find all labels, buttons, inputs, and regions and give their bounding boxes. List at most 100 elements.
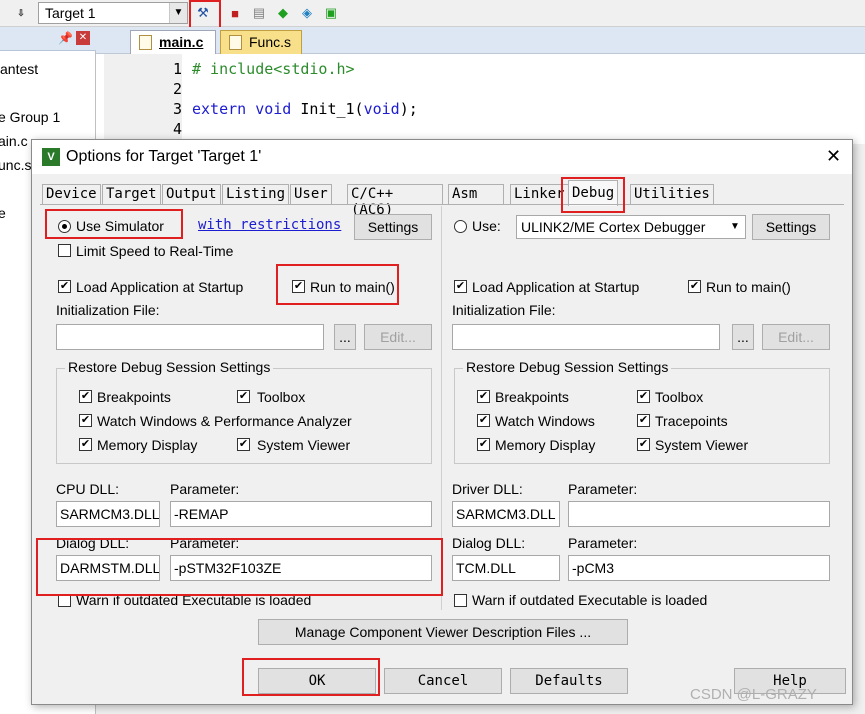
edit-button-right[interactable]: Edit... <box>762 324 830 350</box>
dialog-dll-label: Dialog DLL: <box>56 535 130 551</box>
tab-listing[interactable]: Listing <box>222 184 290 204</box>
code-editor[interactable]: 1 2 3 4 # include<stdio.h> extern void I… <box>96 54 865 144</box>
run-to-main-checkbox-right[interactable]: ✔ <box>688 280 701 293</box>
driver-param-input[interactable] <box>568 501 830 527</box>
warn-outdated-checkbox-right[interactable] <box>454 594 467 607</box>
close-icon[interactable]: ✕ <box>826 146 841 167</box>
watch-windows-checkbox-right[interactable]: ✔ <box>477 414 490 427</box>
dialog-dll-input[interactable]: DARMSTM.DLL <box>56 555 160 581</box>
tree-item-misc[interactable]: e <box>0 205 6 221</box>
dialog-param-input[interactable]: -pSTM32F103ZE <box>170 555 432 581</box>
pin-icon[interactable]: 📌 <box>58 31 73 45</box>
tree-item-func-s[interactable]: unc.s <box>0 157 31 173</box>
run-to-main-checkbox[interactable]: ✔ <box>292 280 305 293</box>
toolbox-checkbox-right[interactable]: ✔ <box>637 390 650 403</box>
tree-item-project[interactable]: antest <box>0 61 38 77</box>
init-file-input-right[interactable] <box>452 324 720 350</box>
code-keyword: extern <box>192 100 247 118</box>
toolbox-checkbox[interactable]: ✔ <box>237 390 250 403</box>
defaults-button[interactable]: Defaults <box>510 668 628 694</box>
dialog-param-label: Parameter: <box>170 535 240 551</box>
tracepoints-label: Tracepoints <box>655 413 728 429</box>
load-app-label-right: Load Application at Startup <box>472 279 640 295</box>
tab-user[interactable]: User <box>290 184 332 204</box>
tab-asm[interactable]: Asm <box>448 184 504 204</box>
breakpoints-checkbox-right[interactable]: ✔ <box>477 390 490 403</box>
tab-debug[interactable]: Debug <box>568 180 619 206</box>
memory-display-checkbox[interactable]: ✔ <box>79 438 92 451</box>
browse-button-right[interactable]: ... <box>732 324 754 350</box>
breakpoints-label-right: Breakpoints <box>495 389 569 405</box>
run-to-main-label: Run to main() <box>310 279 395 295</box>
warn-outdated-label-right: Warn if outdated Executable is loaded <box>472 592 708 608</box>
group-title: Restore Debug Session Settings <box>65 359 274 375</box>
watch-windows-label-right: Watch Windows <box>495 413 595 429</box>
limit-speed-checkbox[interactable] <box>58 244 71 257</box>
cpu-param-input[interactable]: -REMAP <box>170 501 432 527</box>
tab-utilities[interactable]: Utilities <box>630 184 714 204</box>
system-viewer-checkbox[interactable]: ✔ <box>237 438 250 451</box>
load-app-checkbox[interactable]: ✔ <box>58 280 71 293</box>
watch-windows-checkbox[interactable]: ✔ <box>79 414 92 427</box>
load-app-label: Load Application at Startup <box>76 279 244 295</box>
run-to-main-label-right: Run to main() <box>706 279 791 295</box>
tab-device[interactable]: Device <box>42 184 101 204</box>
tab-linker[interactable]: Linker <box>510 184 569 204</box>
file-icon <box>139 35 152 50</box>
cancel-button[interactable]: Cancel <box>384 668 502 694</box>
manage-project-icon[interactable]: ■ <box>224 2 246 24</box>
target-select-value: Target 1 <box>45 5 96 21</box>
tab-label: Func.s <box>249 34 292 50</box>
breakpoints-checkbox[interactable]: ✔ <box>79 390 92 403</box>
project-panel-header: 📌 ✕ <box>0 27 96 51</box>
load-icon[interactable]: ⇩ <box>10 2 32 24</box>
run-time-environment-icon[interactable]: ▣ <box>320 2 342 24</box>
tree-item-group[interactable]: e Group 1 <box>0 109 60 125</box>
simulator-settings-button[interactable]: Settings <box>354 214 432 240</box>
warn-outdated-checkbox[interactable] <box>58 594 71 607</box>
debugger-settings-button[interactable]: Settings <box>752 214 830 240</box>
browse-button[interactable]: ... <box>334 324 356 350</box>
ok-button[interactable]: OK <box>258 668 376 694</box>
system-viewer-checkbox-right[interactable]: ✔ <box>637 438 650 451</box>
dialog-param-input-right[interactable]: -pCM3 <box>568 555 830 581</box>
cpu-dll-input[interactable]: SARMCM3.DLL <box>56 501 160 527</box>
edit-button[interactable]: Edit... <box>364 324 432 350</box>
load-app-checkbox-right[interactable]: ✔ <box>454 280 467 293</box>
close-icon[interactable]: ✕ <box>76 31 90 45</box>
simulator-panel: Use Simulator with restrictions Settings… <box>42 206 442 610</box>
tab-main-c[interactable]: main.c <box>130 30 216 54</box>
tracepoints-checkbox[interactable]: ✔ <box>637 414 650 427</box>
tab-target[interactable]: Target <box>102 184 161 204</box>
cpu-param-label: Parameter: <box>170 481 240 497</box>
pack-installer-icon[interactable]: ◆ <box>272 2 294 24</box>
manage-component-viewer-button[interactable]: Manage Component Viewer Description File… <box>258 619 628 645</box>
tree-item-main-c[interactable]: ain.c <box>0 133 28 149</box>
debugger-select[interactable]: ULINK2/ME Cortex Debugger ▼ <box>516 215 746 239</box>
dialog-dll-label-right: Dialog DLL: <box>452 535 526 551</box>
target-select[interactable]: Target 1 ▼ <box>38 2 188 24</box>
select-packs-icon[interactable]: ◈ <box>296 2 318 24</box>
memory-display-checkbox-right[interactable]: ✔ <box>477 438 490 451</box>
file-icon <box>229 35 242 50</box>
debugger-select-value: ULINK2/ME Cortex Debugger <box>521 219 706 235</box>
init-file-input[interactable] <box>56 324 324 350</box>
system-viewer-label: System Viewer <box>257 437 351 453</box>
driver-dll-input[interactable]: SARMCM3.DLL <box>452 501 560 527</box>
code-line: # include<stdio.h> <box>192 60 355 78</box>
with-restrictions-link[interactable]: with restrictions <box>198 217 341 233</box>
limit-speed-label: Limit Speed to Real-Time <box>76 243 234 259</box>
dialog-dll-input-right[interactable]: TCM.DLL <box>452 555 560 581</box>
options-for-target-icon[interactable]: ⚒ <box>192 2 214 24</box>
tab-func-s[interactable]: Func.s <box>220 30 302 54</box>
code-text: ); <box>399 100 418 118</box>
tab-divider <box>40 204 844 205</box>
use-simulator-radio[interactable] <box>58 220 71 233</box>
init-file-label-right: Initialization File: <box>452 302 556 318</box>
tab-cpp[interactable]: C/C++ (AC6) <box>347 184 443 218</box>
code-text: Init_1( <box>291 100 364 118</box>
code-line: extern void Init_1(void); <box>192 100 418 118</box>
tab-output[interactable]: Output <box>162 184 221 204</box>
file-extensions-icon[interactable]: ▤ <box>248 2 270 24</box>
use-debugger-radio[interactable] <box>454 220 467 233</box>
